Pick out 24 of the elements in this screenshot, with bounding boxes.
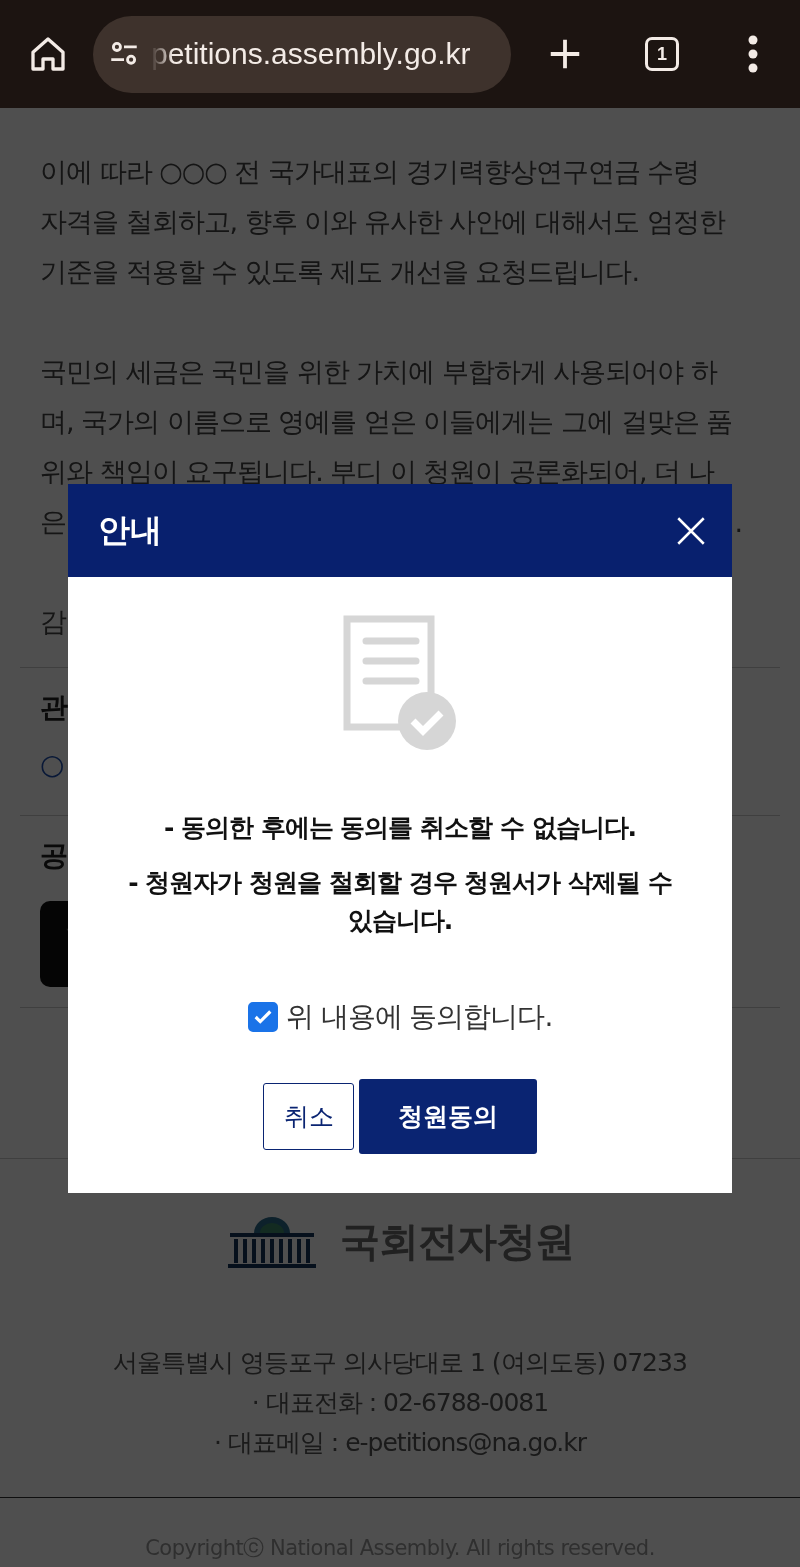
body-text-line: 은 — [40, 505, 66, 539]
body-text-line: 자격을 철회하고, 향후 이와 유사한 사안에 대해서도 엄정한 — [40, 205, 725, 239]
body-text-line: 국민의 세금은 국민을 위한 가치에 부합하게 사용되어야 하 — [40, 355, 718, 389]
section-heading: 관 — [40, 690, 68, 726]
agree-label: 위 내용에 동의합니다. — [285, 999, 553, 1035]
body-text-line: 위와 책임이 요구됩니다. 부디 이 청원이 공론화되어, 더 나 — [40, 455, 714, 489]
tab-count-button[interactable]: 1 — [645, 37, 679, 71]
menu-icon — [748, 35, 758, 73]
body-text-fragment: . — [734, 506, 742, 538]
url-text: petitions.assembly.go.kr — [151, 37, 471, 71]
cancel-button[interactable]: 취소 — [263, 1083, 354, 1150]
home-icon — [28, 34, 68, 74]
body-text-line: 기준을 적용할 수 있도록 제도 개선을 요청드립니다. — [40, 255, 640, 289]
address-bar[interactable]: petitions.assembly.go.kr — [93, 15, 511, 93]
agree-checkbox[interactable] — [247, 1002, 278, 1032]
notice-text: - 청원자가 청원을 철회할 경우 청원서가 삭제될 수 있습니다. — [127, 867, 673, 937]
body-text-line: 며, 국가의 이름으로 영예를 얻은 이들에게는 그에 걸맞은 품 — [40, 405, 733, 439]
body-text-line: 감 — [40, 605, 66, 639]
document-check-icon — [343, 615, 457, 751]
body-text-line: 이에 따라 ○○○ 전 국가대표의 경기력향상연구연금 수령 — [40, 155, 700, 189]
agree-button[interactable]: 청원동의 — [359, 1079, 537, 1154]
dialog-title: 안내 — [98, 509, 162, 551]
section-heading: 공 — [40, 838, 68, 874]
notice-text: - 동의한 후에는 동의를 취소할 수 없습니다. — [163, 812, 637, 844]
